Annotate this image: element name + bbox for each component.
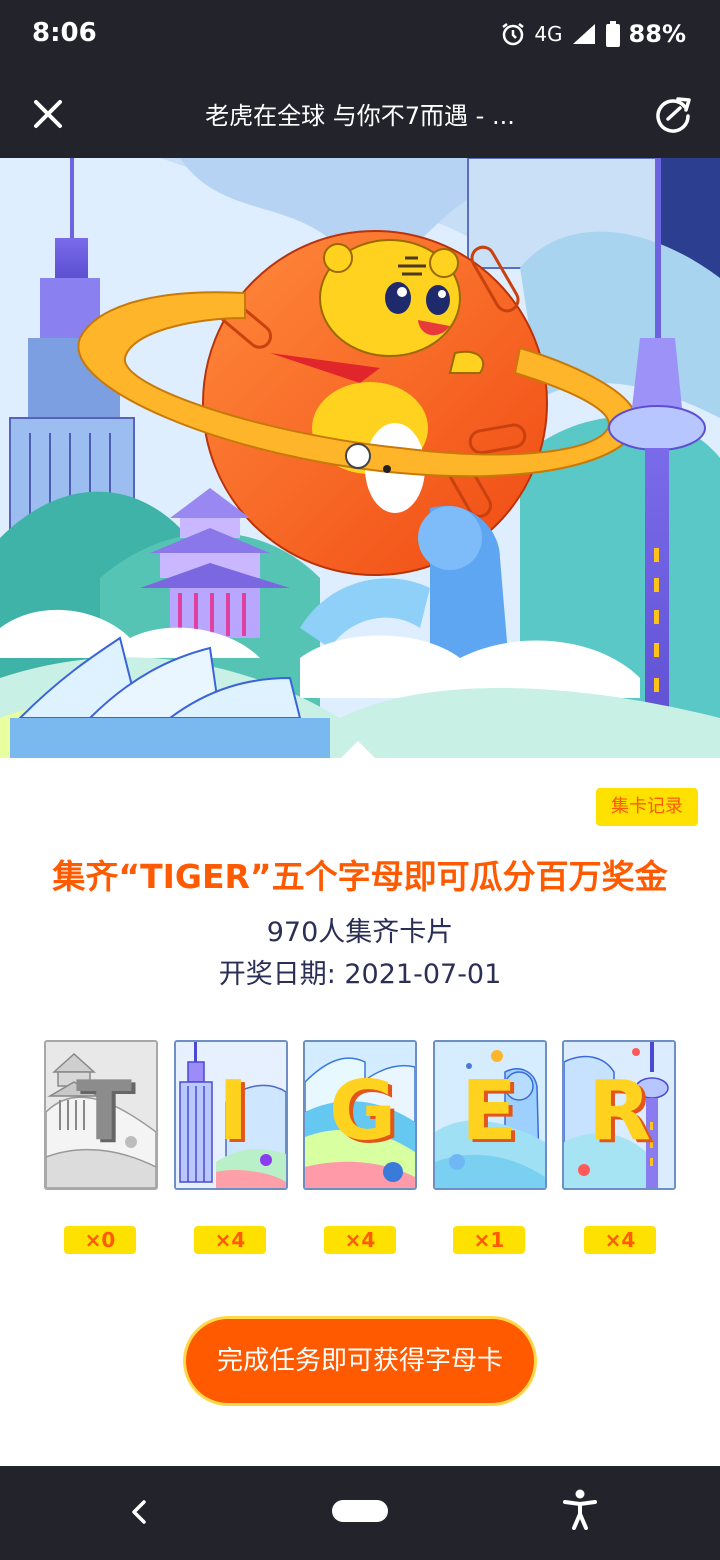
letter-i: I [218, 1064, 249, 1159]
close-icon [34, 100, 62, 128]
letter-g: G [329, 1064, 397, 1159]
status-indicators: 4G 88% [500, 20, 686, 48]
draw-date: 开奖日期: 2021-07-01 [218, 959, 502, 990]
letter-card-e[interactable]: E [433, 1040, 547, 1190]
letter-card-t[interactable]: T [44, 1040, 158, 1190]
network-type: 4G [534, 22, 563, 46]
letter-card-g[interactable]: G [303, 1040, 417, 1190]
letter-t: T [76, 1064, 132, 1159]
letter-e: E [461, 1064, 518, 1159]
letter-count-t: ×0 [64, 1226, 136, 1254]
letter-count-e: ×1 [453, 1226, 525, 1254]
page-title: 老虎在全球 与你不7而遇 - ... [205, 102, 515, 130]
letter-card-i[interactable]: I [174, 1040, 288, 1190]
close-button[interactable] [28, 94, 68, 134]
complete-task-button[interactable]: 完成任务即可获得字母卡 [183, 1316, 537, 1406]
main-content: 集卡记录 集齐“TIGER”五个字母即可瓜分百万奖金 970人集齐卡片 开奖日期… [0, 741, 720, 1466]
nav-back-button[interactable] [124, 1494, 154, 1530]
accessibility-icon [563, 1489, 597, 1530]
banner-illustration [0, 158, 720, 758]
battery-level: 88% [628, 20, 686, 48]
home-pill[interactable] [332, 1500, 388, 1522]
webview-header: 老虎在全球 与你不7而遇 - ... [0, 72, 720, 158]
battery-icon [605, 21, 620, 47]
refresh-icon [656, 97, 691, 133]
card-record-button[interactable]: 集卡记录 [596, 788, 698, 826]
collect-count: 970人集齐卡片 [266, 917, 454, 948]
accessibility-button[interactable] [562, 1488, 598, 1530]
back-icon [132, 1500, 146, 1524]
letter-count-i: ×4 [194, 1226, 266, 1254]
letter-count-r: ×4 [584, 1226, 656, 1254]
main-title: 集齐“TIGER”五个字母即可瓜分百万奖金 [52, 857, 668, 896]
refresh-button[interactable] [652, 94, 694, 136]
status-time: 8:06 [32, 18, 97, 48]
status-bar: 8:06 4G 88% [0, 0, 720, 72]
alarm-icon [502, 23, 525, 46]
letter-cards: T I G E R [44, 1040, 678, 1190]
letter-card-r[interactable]: R [562, 1040, 676, 1190]
letter-count-g: ×4 [324, 1226, 396, 1254]
letter-r: R [588, 1064, 652, 1159]
signal-icon [572, 24, 595, 44]
